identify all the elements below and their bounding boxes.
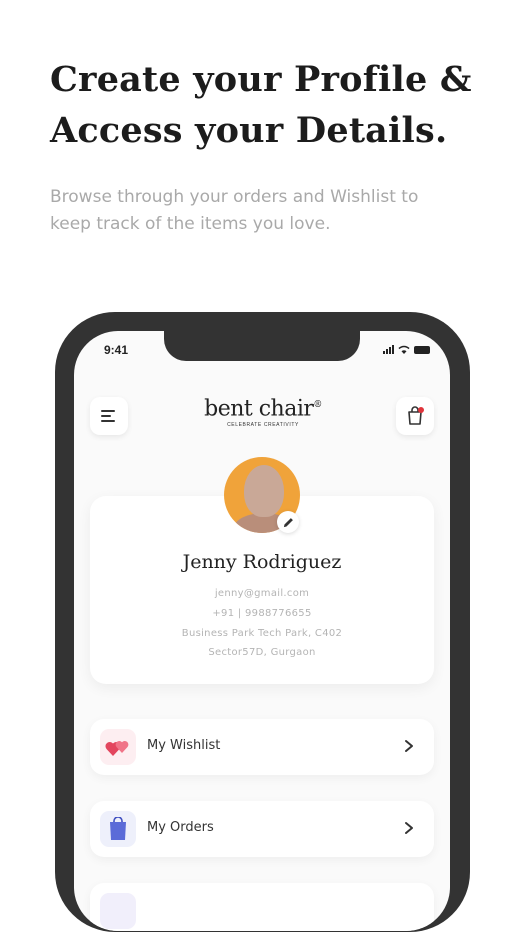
pencil-icon — [283, 517, 293, 527]
hamburger-menu-icon — [101, 410, 115, 422]
hearts-icon — [105, 741, 129, 756]
headline-line-1: Create your Profile & — [50, 59, 472, 100]
headline: Create your Profile & Access your Detail… — [50, 54, 490, 156]
subtitle-line-2: keep track of the items you love. — [50, 214, 331, 234]
chevron-right-icon — [405, 822, 413, 834]
menu-item-next[interactable] — [90, 883, 434, 931]
menu-item-wishlist[interactable]: My Wishlist — [90, 719, 434, 775]
cart-button[interactable] — [396, 397, 434, 435]
headline-line-2: Access your Details. — [50, 110, 448, 151]
wishlist-icon-box — [100, 729, 136, 765]
menu-item-orders[interactable]: My Orders — [90, 801, 434, 857]
menu-button[interactable] — [90, 397, 128, 435]
shopping-bag-icon — [408, 406, 424, 425]
phone-screen: 9:41 bent chair® CELEBRATE CREATIVITY Je… — [74, 331, 450, 931]
edit-profile-button[interactable] — [277, 511, 299, 533]
orders-label: My Orders — [147, 820, 214, 835]
signal-icon — [383, 345, 394, 354]
profile-address-line-1: Business Park Tech Park, C402 — [181, 628, 343, 639]
orders-icon-box — [100, 811, 136, 847]
profile-email: jenny@gmail.com — [214, 588, 310, 599]
status-time: 9:41 — [104, 343, 129, 357]
next-icon-box — [100, 893, 136, 929]
wishlist-label: My Wishlist — [147, 738, 221, 753]
cart-badge — [418, 407, 424, 413]
shopping-bag-icon — [110, 817, 126, 840]
profile-name: Jenny Rodriguez — [182, 551, 342, 573]
battery-icon — [414, 346, 430, 354]
subtitle-line-1: Browse through your orders and Wishlist … — [50, 187, 419, 207]
status-icons — [383, 345, 430, 354]
profile-phone: +91 | 9988776655 — [212, 608, 312, 619]
logo-wordmark: bent chair® — [204, 396, 322, 422]
chevron-right-icon — [405, 740, 413, 752]
subtitle: Browse through your orders and Wishlist … — [50, 184, 490, 238]
brand-logo[interactable]: bent chair® CELEBRATE CREATIVITY — [198, 393, 328, 429]
profile-address-line-2: Sector57D, Gurgaon — [208, 647, 316, 658]
phone-notch — [164, 331, 360, 361]
logo-tagline: CELEBRATE CREATIVITY — [227, 422, 299, 429]
wifi-icon — [398, 345, 410, 354]
